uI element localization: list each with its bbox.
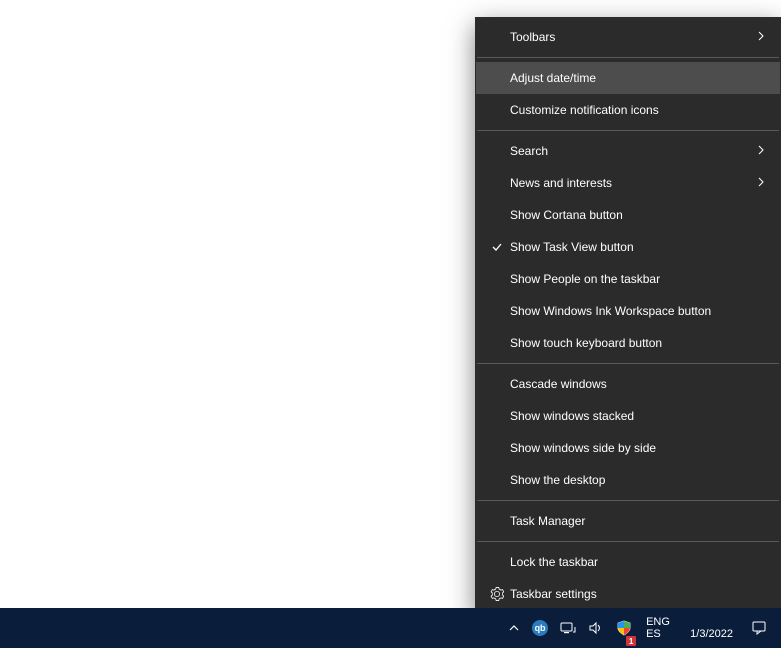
- menu-label: News and interests: [510, 176, 756, 190]
- security-badge: 1: [626, 636, 636, 646]
- network-tray-icon[interactable]: [556, 608, 580, 648]
- menu-label: Show People on the taskbar: [510, 272, 766, 286]
- menu-item-show-windows-stacked[interactable]: Show windows stacked: [476, 400, 780, 432]
- lang-primary: ENG: [646, 616, 670, 628]
- menu-label: Show the desktop: [510, 473, 766, 487]
- menu-separator: [477, 57, 779, 58]
- menu-label: Show Windows Ink Workspace button: [510, 304, 766, 318]
- menu-item-news-interests[interactable]: News and interests: [476, 167, 780, 199]
- menu-item-lock-taskbar[interactable]: Lock the taskbar: [476, 546, 780, 578]
- menu-separator: [477, 363, 779, 364]
- menu-label: Adjust date/time: [510, 71, 766, 85]
- menu-item-show-people[interactable]: Show People on the taskbar: [476, 263, 780, 295]
- menu-item-show-touch-keyboard[interactable]: Show touch keyboard button: [476, 327, 780, 359]
- taskbar[interactable]: qb 1 ENG ES 10:39 PM 1/3/2022: [0, 608, 781, 648]
- check-icon: [488, 241, 506, 253]
- volume-tray-icon[interactable]: [584, 608, 608, 648]
- menu-separator: [477, 541, 779, 542]
- menu-label: Show windows stacked: [510, 409, 766, 423]
- menu-item-show-ink-workspace[interactable]: Show Windows Ink Workspace button: [476, 295, 780, 327]
- menu-item-search[interactable]: Search: [476, 135, 780, 167]
- language-indicator[interactable]: ENG ES: [640, 608, 676, 648]
- menu-label: Show windows side by side: [510, 441, 766, 455]
- chevron-right-icon: [756, 176, 766, 190]
- menu-label: Search: [510, 144, 756, 158]
- qbittorrent-tray-icon[interactable]: qb: [528, 608, 552, 648]
- menu-separator: [477, 500, 779, 501]
- menu-item-toolbars[interactable]: Toolbars: [476, 21, 780, 53]
- menu-item-show-task-view[interactable]: Show Task View button: [476, 231, 780, 263]
- menu-label: Customize notification icons: [510, 103, 766, 117]
- gear-icon: [488, 587, 506, 601]
- menu-separator: [477, 130, 779, 131]
- menu-item-customize-notification-icons[interactable]: Customize notification icons: [476, 94, 780, 126]
- security-tray-icon[interactable]: 1: [612, 608, 636, 648]
- chevron-right-icon: [756, 30, 766, 44]
- menu-label: Cascade windows: [510, 377, 766, 391]
- qb-icon: qb: [532, 620, 548, 636]
- menu-item-taskbar-settings[interactable]: Taskbar settings: [476, 578, 780, 610]
- taskbar-context-menu: Toolbars Adjust date/time Customize noti…: [475, 17, 781, 614]
- chevron-right-icon: [756, 144, 766, 158]
- menu-label: Show Cortana button: [510, 208, 766, 222]
- system-tray: qb 1 ENG ES 10:39 PM 1/3/2022: [504, 608, 775, 648]
- clock-tray[interactable]: 10:39 PM 1/3/2022: [680, 608, 739, 648]
- menu-label: Task Manager: [510, 514, 766, 528]
- menu-label: Toolbars: [510, 30, 756, 44]
- menu-item-show-desktop[interactable]: Show the desktop: [476, 464, 780, 496]
- lang-secondary: ES: [646, 628, 661, 640]
- tray-overflow-chevron-icon[interactable]: [504, 608, 524, 648]
- menu-item-show-windows-side-by-side[interactable]: Show windows side by side: [476, 432, 780, 464]
- menu-item-show-cortana[interactable]: Show Cortana button: [476, 199, 780, 231]
- menu-item-adjust-datetime[interactable]: Adjust date/time: [476, 62, 780, 94]
- menu-item-cascade-windows[interactable]: Cascade windows: [476, 368, 780, 400]
- menu-label: Taskbar settings: [510, 587, 766, 601]
- menu-label: Lock the taskbar: [510, 555, 766, 569]
- menu-item-task-manager[interactable]: Task Manager: [476, 505, 780, 537]
- menu-label: Show Task View button: [510, 240, 766, 254]
- clock-date: 1/3/2022: [690, 628, 733, 640]
- menu-label: Show touch keyboard button: [510, 336, 766, 350]
- action-center-icon[interactable]: [743, 608, 775, 648]
